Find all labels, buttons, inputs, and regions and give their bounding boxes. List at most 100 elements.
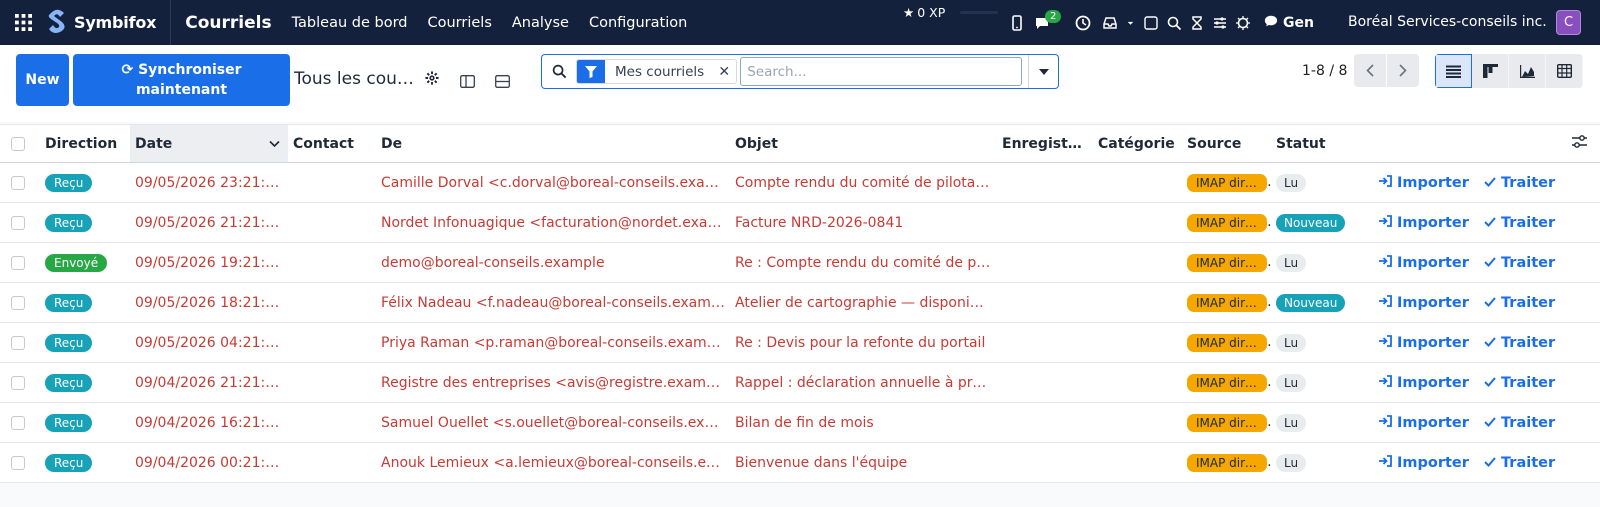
column-header-subject[interactable]: Objet: [730, 124, 997, 163]
list-view-button[interactable]: [1435, 54, 1472, 88]
mobile-icon[interactable]: [1005, 0, 1028, 45]
from-cell: demo@boreal-conseils.example: [376, 242, 730, 283]
user-avatar[interactable]: C: [1556, 10, 1581, 35]
search-options-toggle[interactable]: [1028, 55, 1058, 88]
row-checkbox-cell[interactable]: [0, 162, 40, 203]
row-checkbox[interactable]: [11, 415, 25, 430]
table-row[interactable]: Reçu 09/05/2026 23:21:23 Camille Dorval <c…: [0, 162, 1600, 203]
menu-item-dashboard[interactable]: Tableau de bord: [292, 15, 408, 31]
table-row[interactable]: Reçu 09/05/2026 18:21:23 Félix Nadeau <f.n…: [0, 282, 1600, 323]
source-cell: IMAP direct: [1182, 402, 1271, 443]
caret-down-icon[interactable]: [1121, 0, 1139, 45]
direction-cell: Envoyé: [40, 242, 130, 283]
remove-facet-icon[interactable]: ✕: [712, 64, 736, 80]
new-button[interactable]: New: [16, 54, 69, 106]
source-badge: IMAP direct: [1187, 173, 1267, 192]
process-button[interactable]: Traiter: [1484, 295, 1555, 311]
column-header-contact[interactable]: Contact: [288, 124, 376, 163]
process-button[interactable]: Traiter: [1484, 455, 1555, 471]
table-row[interactable]: Reçu 09/04/2026 00:21:23 Anouk Lemieux <a.…: [0, 442, 1600, 483]
row-checkbox-cell[interactable]: [0, 442, 40, 483]
menu-item-emails[interactable]: Courriels: [427, 15, 491, 31]
select-all-checkbox[interactable]: [11, 136, 25, 151]
search-icon[interactable]: [542, 64, 576, 79]
kanban-view-button[interactable]: [1472, 54, 1509, 88]
assistant-chat[interactable]: Gen: [1264, 14, 1314, 32]
bug-icon[interactable]: [1231, 0, 1254, 45]
messaging-icon[interactable]: 2: [1028, 0, 1068, 45]
row-checkbox-cell[interactable]: [0, 282, 40, 323]
import-button[interactable]: Importer: [1379, 175, 1469, 191]
graph-view-button[interactable]: [1509, 54, 1546, 88]
row-checkbox[interactable]: [11, 175, 25, 190]
row-checkbox[interactable]: [11, 375, 25, 390]
table-row[interactable]: Reçu 09/05/2026 04:21:23 Priya Raman <p.ra…: [0, 322, 1600, 363]
select-all-checkbox-cell[interactable]: [0, 124, 40, 163]
row-checkbox-cell[interactable]: [0, 202, 40, 243]
table-row[interactable]: Envoyé 09/05/2026 19:21:23 demo@boreal-con…: [0, 242, 1600, 283]
import-button[interactable]: Importer: [1379, 455, 1469, 471]
import-button[interactable]: Importer: [1379, 255, 1469, 271]
row-checkbox[interactable]: [11, 455, 25, 470]
status-cell: Lu: [1271, 322, 1367, 363]
process-label: Traiter: [1501, 214, 1556, 231]
pager-buttons: [1354, 54, 1419, 87]
pager-value[interactable]: 1-8 / 8: [1302, 63, 1347, 79]
process-button[interactable]: Traiter: [1484, 255, 1555, 271]
table-row[interactable]: Reçu 09/04/2026 16:21:23 Samuel Ouellet <s…: [0, 402, 1600, 443]
status-badge: Lu: [1276, 333, 1307, 352]
gear-icon[interactable]: [425, 70, 441, 86]
search-input[interactable]: [740, 57, 1022, 86]
app-title[interactable]: Courriels: [185, 13, 271, 33]
row-checkbox-cell[interactable]: [0, 322, 40, 363]
sync-now-button[interactable]: ⟳ Synchroniser maintenant: [73, 54, 290, 106]
sign-in-icon: [1379, 374, 1392, 391]
process-button[interactable]: Traiter: [1484, 175, 1555, 191]
inbox-icon[interactable]: [1098, 0, 1121, 45]
brand[interactable]: Symbifox: [46, 0, 172, 45]
column-header-date[interactable]: Date: [130, 124, 288, 163]
apps-menu-icon[interactable]: [0, 0, 46, 45]
process-button[interactable]: Traiter: [1484, 335, 1555, 351]
table-row[interactable]: Reçu 09/05/2026 21:21:23 Nordet Infonuagiq…: [0, 202, 1600, 243]
import-button[interactable]: Importer: [1379, 335, 1469, 351]
process-button[interactable]: Traiter: [1484, 215, 1555, 231]
sign-in-icon: [1379, 254, 1392, 271]
import-button[interactable]: Importer: [1379, 415, 1469, 431]
process-button[interactable]: Traiter: [1484, 375, 1555, 391]
import-button[interactable]: Importer: [1379, 295, 1469, 311]
import-button[interactable]: Importer: [1379, 215, 1469, 231]
column-header-from[interactable]: De: [376, 124, 730, 163]
optional-columns-toggle[interactable]: [1564, 124, 1600, 163]
row-checkbox[interactable]: [11, 295, 25, 310]
row-checkbox[interactable]: [11, 215, 25, 230]
row-checkbox[interactable]: [11, 255, 25, 270]
activity-clock-icon[interactable]: [1068, 0, 1098, 45]
search-icon[interactable]: [1162, 0, 1185, 45]
bottom-panel-icon[interactable]: [485, 64, 520, 98]
side-panel-icon[interactable]: [450, 64, 485, 98]
menu-item-analysis[interactable]: Analyse: [512, 15, 569, 31]
row-checkbox-cell[interactable]: [0, 242, 40, 283]
column-header-direction[interactable]: Direction: [40, 124, 130, 163]
hourglass-icon[interactable]: [1185, 0, 1208, 45]
row-checkbox-cell[interactable]: [0, 402, 40, 443]
column-header-record[interactable]: Enregistrement: [997, 124, 1093, 163]
xp-indicator[interactable]: ★ 0 XP: [903, 5, 945, 20]
pivot-view-button[interactable]: [1546, 54, 1583, 88]
column-header-status[interactable]: Statut: [1271, 124, 1367, 163]
previous-page-button[interactable]: [1354, 54, 1386, 87]
menu-item-configuration[interactable]: Configuration: [589, 15, 687, 31]
email-list-table: Direction Date Contact De Objet Enregist…: [0, 124, 1600, 483]
row-checkbox[interactable]: [11, 335, 25, 350]
company-switcher[interactable]: Boréal Services-conseils inc.: [1348, 14, 1547, 30]
sliders-icon[interactable]: [1208, 0, 1231, 45]
next-page-button[interactable]: [1387, 54, 1419, 87]
process-button[interactable]: Traiter: [1484, 415, 1555, 431]
row-checkbox-cell[interactable]: [0, 362, 40, 403]
note-icon[interactable]: [1139, 0, 1162, 45]
table-row[interactable]: Reçu 09/04/2026 21:21:23 Registre des entr…: [0, 362, 1600, 403]
import-button[interactable]: Importer: [1379, 375, 1469, 391]
column-header-source[interactable]: Source: [1182, 124, 1271, 163]
column-header-category[interactable]: Catégorie: [1093, 124, 1182, 163]
